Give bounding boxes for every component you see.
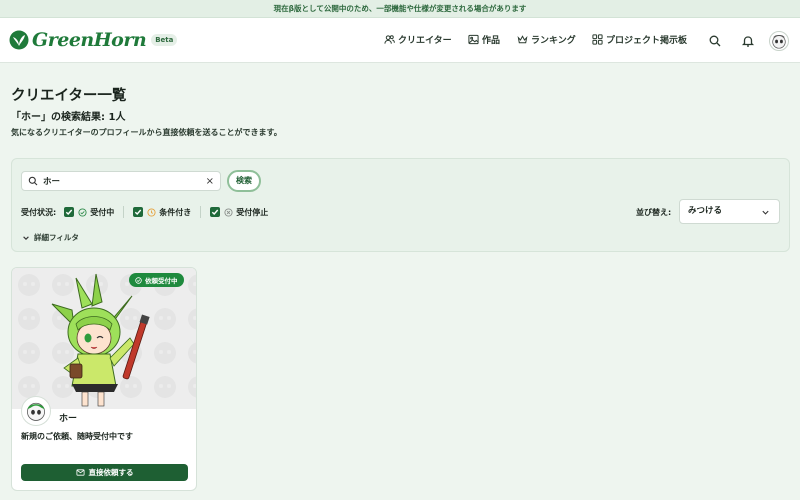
accepting-requests-badge: 依頼受付中 [129, 273, 184, 287]
beta-badge: Beta [151, 34, 178, 46]
checkbox-checked-icon[interactable] [133, 207, 144, 217]
detail-filter-toggle[interactable]: 詳細フィルタ [22, 232, 79, 243]
bell-icon [741, 36, 755, 47]
status-accepting-label: 受付中 [90, 207, 115, 217]
status-stopped-label: 受付停止 [236, 207, 269, 217]
sort-label: 並び替え: [636, 208, 672, 217]
status-accepting-checkbox[interactable]: 受付中 [64, 207, 114, 218]
sort-select-value: みつける [688, 206, 723, 216]
check-circle-icon [135, 276, 142, 284]
logo-wordmark: GreenHorn [32, 29, 147, 51]
creator-card[interactable]: 依頼受付中 ホー 新規のご依頼、随時受付中です 直接依頼する [11, 267, 197, 491]
creator-cover-image [12, 268, 196, 409]
nav-works-label: 作品 [482, 36, 501, 46]
check-circle-icon [78, 207, 87, 217]
users-icon [384, 35, 395, 44]
direct-request-button[interactable]: 直接依頼する [21, 464, 188, 481]
status-divider [200, 206, 202, 218]
header-search-button[interactable] [708, 33, 722, 47]
notifications-button[interactable] [741, 33, 755, 47]
clear-search-icon[interactable]: × [206, 176, 214, 187]
announcement-banner: 現在β版として公開中のため、一部機能や仕様が変更される場合があります [0, 0, 800, 18]
search-input[interactable]: ホー × [21, 171, 221, 191]
creator-description: 新規のご依頼、随時受付中です [21, 432, 133, 441]
page-description: 気になるクリエイターのプロフィールから直接依頼を送ることができます。 [11, 128, 282, 137]
search-result-count: 「ホー」の検索結果: 1人 [11, 112, 126, 123]
avatar-character-icon [772, 35, 786, 49]
nav-creators[interactable]: クリエイター [384, 33, 452, 46]
direct-request-label: 直接依頼する [88, 468, 134, 477]
status-conditional-checkbox[interactable]: 条件付き [133, 207, 191, 218]
avatar-character-icon [27, 402, 45, 421]
status-filter-row: 受付状況: 受付中 条件付き 受付停止 [21, 206, 268, 218]
page-title: クリエイター一覧 [11, 88, 127, 104]
search-button[interactable]: 検索 [227, 170, 261, 192]
grid-icon [592, 34, 603, 45]
chevron-down-icon [23, 235, 29, 240]
sort-select[interactable]: みつける [679, 199, 780, 224]
crown-icon [517, 35, 528, 44]
clock-icon [147, 207, 156, 217]
leaf-logo-icon [9, 30, 29, 50]
user-avatar[interactable] [769, 31, 789, 51]
search-input-value[interactable]: ホー [43, 175, 206, 187]
mail-icon [75, 469, 85, 476]
site-logo[interactable]: GreenHorn Beta [9, 29, 178, 51]
nav-ranking[interactable]: ランキング [517, 33, 576, 46]
nav-ranking-label: ランキング [531, 36, 576, 46]
x-circle-icon [224, 207, 233, 217]
accepting-requests-label: 依頼受付中 [145, 277, 178, 285]
search-icon [28, 176, 38, 186]
status-filter-label: 受付状況: [21, 207, 57, 217]
detail-filter-label: 詳細フィルタ [34, 233, 79, 242]
nav-project-board-label: プロジェクト掲示板 [606, 36, 688, 46]
image-icon [468, 34, 479, 45]
search-icon [709, 35, 721, 47]
checkbox-checked-icon[interactable] [64, 207, 75, 217]
status-stopped-checkbox[interactable]: 受付停止 [210, 207, 268, 218]
chevron-down-icon [762, 210, 769, 215]
creator-name[interactable]: ホー [59, 411, 77, 424]
site-header: GreenHorn Beta クリエイター 作品 ランキング プロジェクト掲示板 [0, 18, 800, 63]
filter-panel: ホー × 検索 受付状況: 受付中 条件付き 受付停止 並び替え: みつける 詳… [11, 158, 790, 252]
nav-works[interactable]: 作品 [468, 33, 500, 46]
nav-project-board[interactable]: プロジェクト掲示板 [592, 33, 687, 46]
nav-creators-label: クリエイター [398, 36, 452, 46]
creator-avatar[interactable] [22, 397, 50, 425]
checkbox-checked-icon[interactable] [210, 207, 221, 217]
status-divider [123, 206, 125, 218]
status-conditional-label: 条件付き [159, 207, 192, 217]
